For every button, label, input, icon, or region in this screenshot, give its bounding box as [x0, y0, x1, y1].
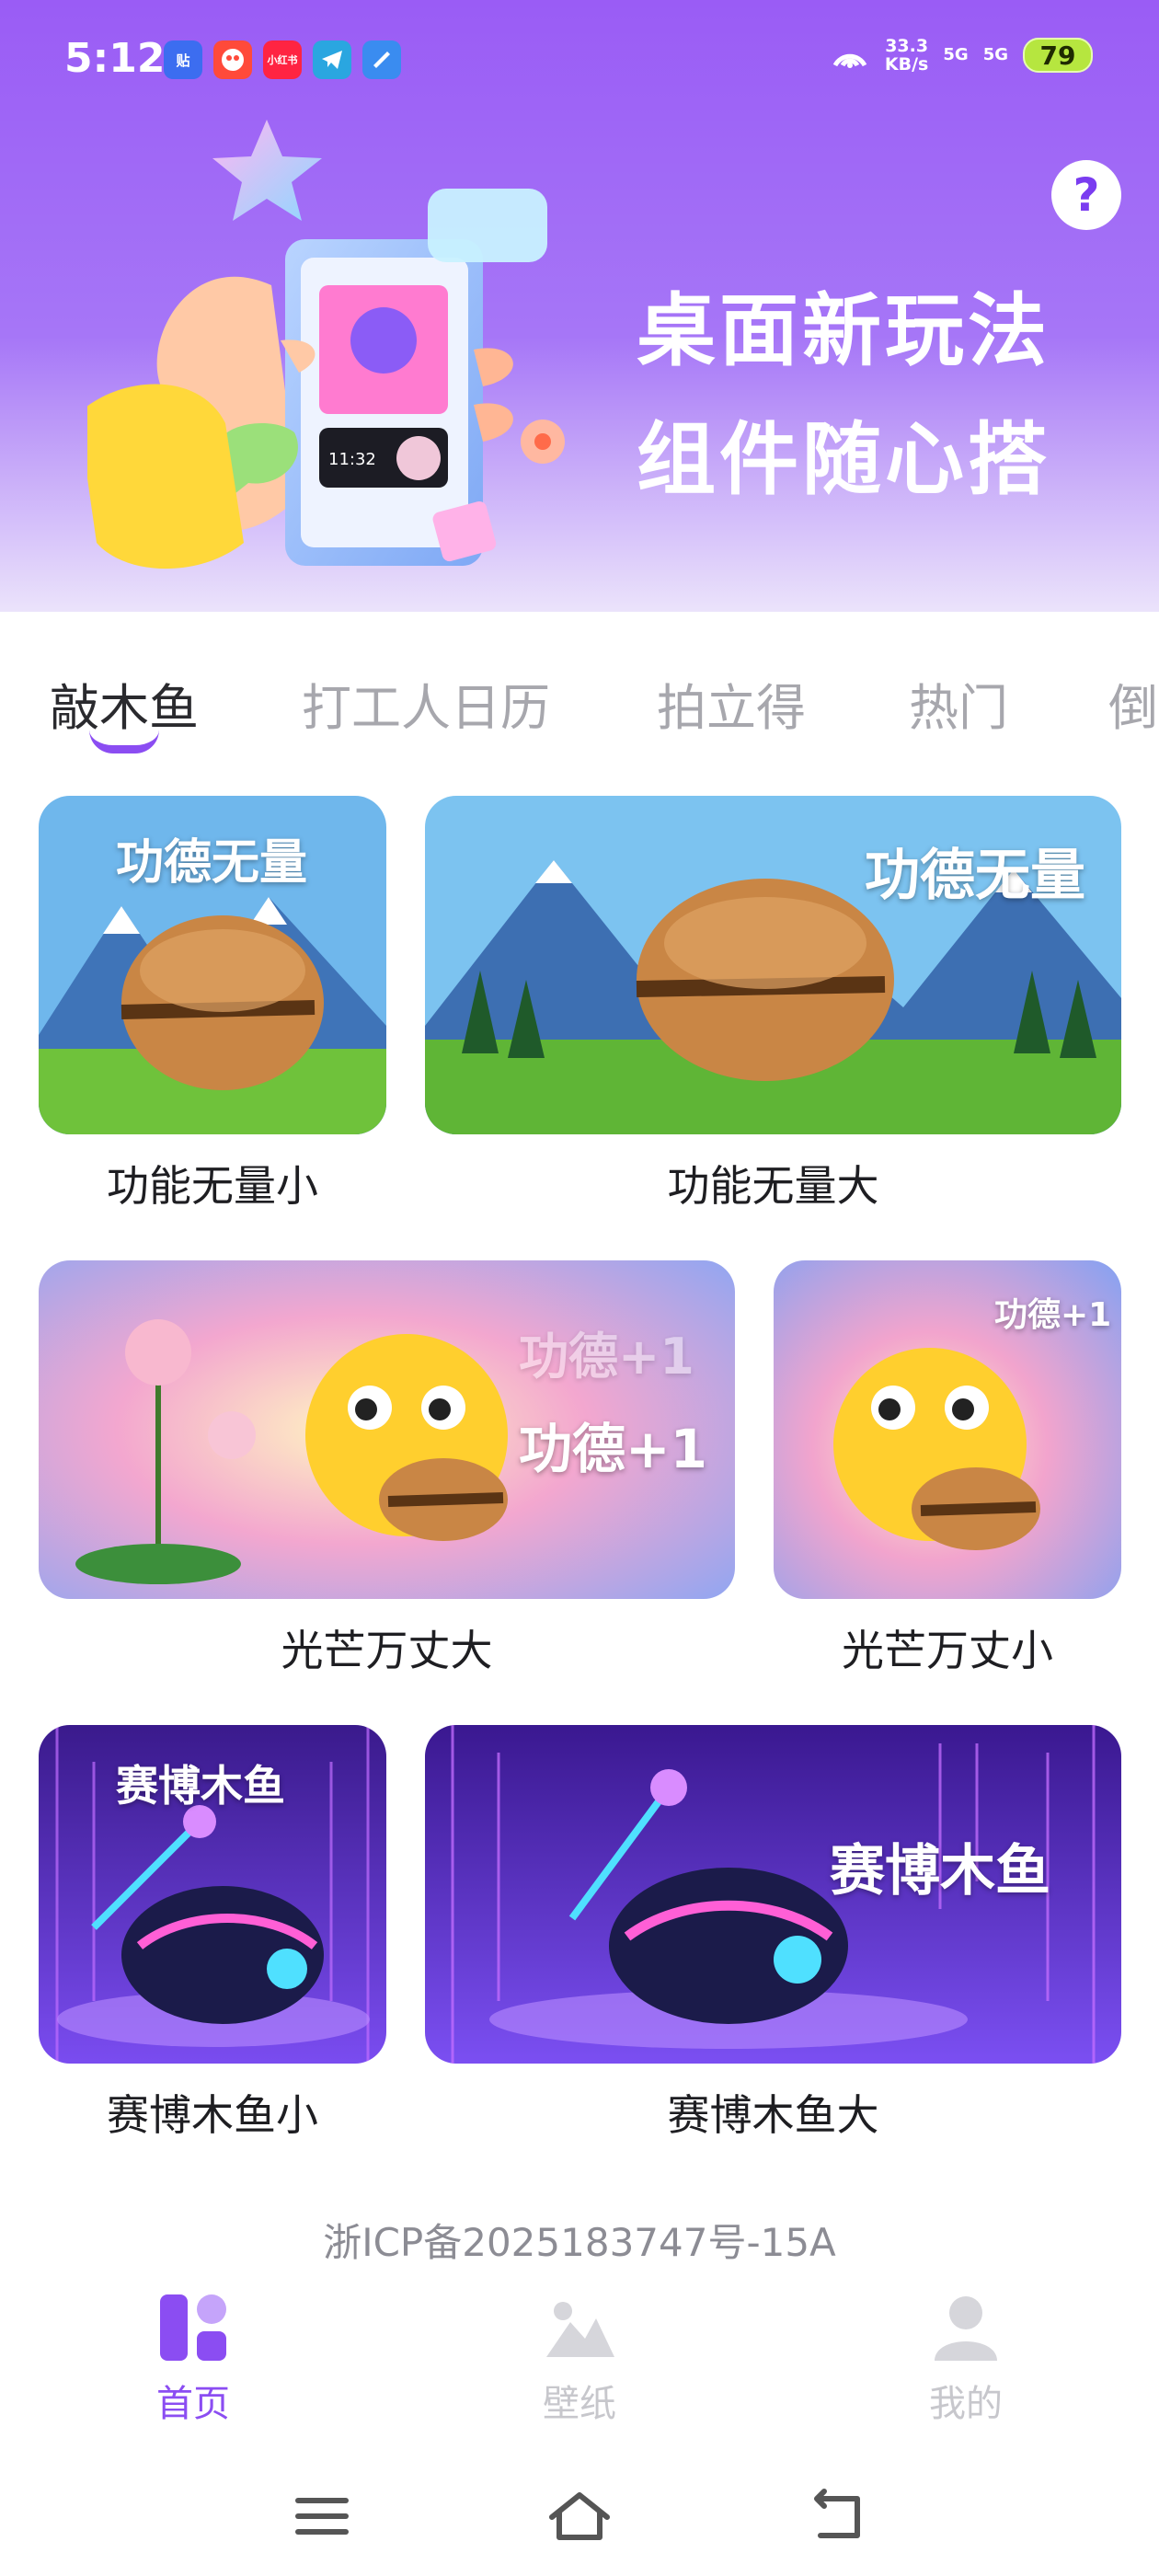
status-bar: 5:12 贴 小红书 33.3 KB/s 5G 5G 79: [0, 0, 1159, 120]
wallpaper-icon: [546, 2302, 614, 2357]
status-app-icons: 贴 小红书: [164, 40, 401, 79]
bottom-navigation: 首页 壁纸 我的: [0, 2272, 1159, 2429]
battery-indicator: 79: [1023, 38, 1093, 73]
widget-card-guangmang-large[interactable]: 功德+1 功德+1 光芒万丈大: [39, 1260, 735, 1684]
nav-home[interactable]: 首页: [101, 2291, 285, 2427]
tab-polaroid[interactable]: 拍立得: [657, 667, 806, 740]
widget-thumbnail: 功德无量: [39, 796, 386, 1134]
widget-thumbnail: 功德无量: [425, 796, 1121, 1134]
card-label: 功能无量大: [667, 1161, 879, 1211]
net-speed: 33.3 KB/s: [884, 36, 929, 75]
card-overlay-text: 功德+1: [994, 1296, 1112, 1334]
card-label: 赛博木鱼大: [667, 2090, 879, 2140]
tab-worker-calendar[interactable]: 打工人日历: [302, 667, 550, 740]
card-overlay-text: 赛博木鱼: [116, 1761, 285, 1811]
card-overlay-text: 赛博木鱼: [830, 1839, 1050, 1903]
home-grid-icon: [160, 2294, 226, 2361]
blue-app-icon: [362, 40, 401, 79]
nav-profile-label: 我的: [929, 2383, 1003, 2425]
game-app-icon: [213, 40, 252, 79]
back-icon[interactable]: [800, 2484, 874, 2548]
tab-active-indicator: [89, 730, 159, 753]
tab-hot[interactable]: 热门: [909, 667, 1008, 740]
card-overlay-text: 功德无量: [865, 844, 1085, 908]
nav-wallpaper-label: 壁纸: [543, 2383, 616, 2425]
banner-illustration: 11:32: [87, 120, 565, 569]
widget-thumbnail: 功德+1: [774, 1260, 1121, 1599]
widget-thumbnail: 功德+1 功德+1: [39, 1260, 735, 1599]
banner-headline: 桌面新玩法 组件随心搭: [637, 285, 1050, 506]
phone-clock-text: 11:32: [328, 450, 376, 469]
widget-thumbnail: 赛博木鱼: [425, 1725, 1121, 2064]
widget-card-gongde-small[interactable]: 功德无量 功能无量小: [39, 796, 386, 1219]
icp-record[interactable]: 浙ICP备2025183747号-15A: [0, 2212, 1159, 2268]
nav-home-label: 首页: [156, 2383, 230, 2425]
tab-countdown[interactable]: 倒: [1108, 667, 1158, 740]
card-label: 光芒万丈小: [842, 1626, 1053, 1675]
nav-profile[interactable]: 我的: [874, 2291, 1058, 2427]
card-overlay-text: 功德无量: [116, 835, 308, 891]
status-time: 5:12: [64, 35, 166, 82]
card-label: 赛博木鱼小: [107, 2090, 318, 2140]
card-overlay-faded-text: 功德+1: [519, 1328, 694, 1386]
home-icon[interactable]: [543, 2484, 616, 2548]
card-label: 功能无量小: [107, 1161, 318, 1211]
widget-card-guangmang-small[interactable]: 功德+1 光芒万丈小: [774, 1260, 1121, 1684]
widget-thumbnail: 赛博木鱼: [39, 1725, 386, 2064]
tieba-app-icon: 贴: [164, 40, 202, 79]
signal-5g-1: 5G: [943, 45, 969, 64]
hotspot-icon: [832, 53, 867, 68]
widget-card-cyber-large[interactable]: 赛博木鱼 赛博木鱼大: [425, 1725, 1121, 2148]
user-icon: [935, 2296, 997, 2361]
card-label: 光芒万丈大: [281, 1626, 493, 1675]
nav-wallpaper[interactable]: 壁纸: [488, 2291, 671, 2427]
signal-5g-2: 5G: [982, 45, 1008, 64]
status-right-group: 33.3 KB/s 5G 5G 79: [830, 37, 1093, 74]
system-navigation-bar: [0, 2447, 1159, 2576]
category-tabs: 敲木鱼 打工人日历 拍立得 热门 倒: [0, 612, 1159, 759]
hero-banner: 5:12 贴 小红书 33.3 KB/s 5G 5G 79 11:32 ? 桌面…: [0, 0, 1159, 612]
help-button[interactable]: ?: [1051, 160, 1121, 230]
telegram-app-icon: [313, 40, 351, 79]
widget-card-cyber-small[interactable]: 赛博木鱼 赛博木鱼小: [39, 1725, 386, 2148]
xiaohongshu-app-icon: 小红书: [263, 40, 302, 79]
card-overlay-text: 功德+1: [519, 1418, 707, 1480]
widget-card-gongde-large[interactable]: 功德无量 功能无量大: [425, 796, 1121, 1219]
menu-icon[interactable]: [285, 2484, 359, 2548]
